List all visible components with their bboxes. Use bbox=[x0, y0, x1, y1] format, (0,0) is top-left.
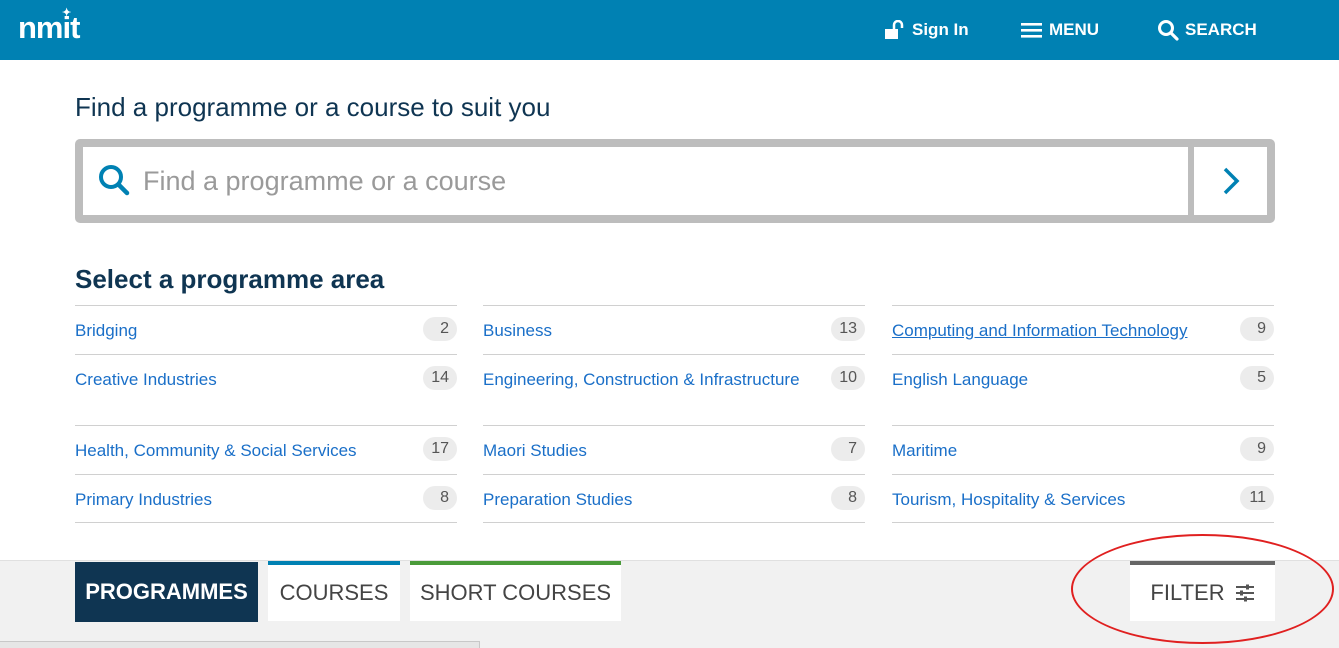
search-button[interactable]: SEARCH bbox=[1157, 0, 1257, 60]
programme-area-link[interactable]: Bridging bbox=[75, 321, 137, 340]
programme-area-item-english-language: English Language 5 bbox=[892, 354, 1274, 425]
programme-area-item-preparation-studies: Preparation Studies 8 bbox=[483, 474, 865, 523]
programme-area-link[interactable]: Engineering, Construction & Infrastructu… bbox=[483, 370, 800, 389]
menu-label: MENU bbox=[1049, 20, 1100, 39]
logo-text: nmit bbox=[18, 10, 80, 45]
programme-area-link[interactable]: Business bbox=[483, 321, 552, 340]
count-badge: 14 bbox=[423, 366, 457, 390]
sign-in-label: Sign In bbox=[912, 20, 969, 39]
programme-area-item-engineering: Engineering, Construction & Infrastructu… bbox=[483, 354, 865, 425]
count-badge: 5 bbox=[1240, 366, 1274, 390]
count-badge: 8 bbox=[423, 486, 457, 510]
programme-area-title: Select a programme area bbox=[75, 264, 385, 294]
count-badge: 8 bbox=[831, 486, 865, 510]
programme-area-link[interactable]: Creative Industries bbox=[75, 370, 217, 389]
count-badge: 2 bbox=[423, 317, 457, 341]
count-badge: 9 bbox=[1240, 437, 1274, 461]
programme-area-link[interactable]: English Language bbox=[892, 370, 1028, 389]
count-badge: 7 bbox=[831, 437, 865, 461]
search-icon bbox=[1158, 20, 1179, 41]
programme-area-column: Bridging 2 Creative Industries 14 Health… bbox=[75, 305, 457, 523]
programme-area-item-bridging: Bridging 2 bbox=[75, 305, 457, 354]
count-badge: 10 bbox=[831, 366, 865, 390]
hamburger-icon bbox=[1021, 23, 1042, 38]
logo-spark-icon: ✦ bbox=[62, 7, 71, 19]
search-label: SEARCH bbox=[1185, 20, 1257, 39]
programme-area-link[interactable]: Primary Industries bbox=[75, 490, 212, 509]
count-badge: 17 bbox=[423, 437, 457, 461]
browser-status-bar bbox=[0, 641, 480, 648]
tab-short-courses[interactable]: SHORT COURSES bbox=[410, 561, 621, 621]
programme-area-link[interactable]: Preparation Studies bbox=[483, 490, 632, 509]
chevron-right-icon bbox=[1223, 167, 1239, 195]
search-icon bbox=[99, 165, 130, 196]
programme-search-input[interactable] bbox=[143, 147, 1173, 215]
programme-area-item-creative-industries: Creative Industries 14 bbox=[75, 354, 457, 425]
filter-label: FILTER bbox=[1150, 580, 1225, 605]
unlock-icon bbox=[885, 20, 904, 39]
nmit-logo[interactable]: nmit ✦ bbox=[18, 7, 80, 46]
programme-area-link[interactable]: Maori Studies bbox=[483, 441, 587, 460]
programme-area-item-maori-studies: Maori Studies 7 bbox=[483, 425, 865, 474]
programme-area-item-computing: Computing and Information Technology 9 bbox=[892, 305, 1274, 354]
sign-in-link[interactable]: Sign In bbox=[884, 0, 969, 60]
page-title: Find a programme or a course to suit you bbox=[75, 92, 551, 122]
programme-area-item-tourism: Tourism, Hospitality & Services 11 bbox=[892, 474, 1274, 523]
programme-area-link[interactable]: Computing and Information Technology bbox=[892, 321, 1187, 340]
programme-area-item-maritime: Maritime 9 bbox=[892, 425, 1274, 474]
top-navigation-bar: nmit ✦ Sign In MENU SEARCH bbox=[0, 0, 1339, 60]
tab-courses[interactable]: COURSES bbox=[268, 561, 400, 621]
programme-area-link[interactable]: Tourism, Hospitality & Services bbox=[892, 490, 1125, 509]
result-type-tab-bar: PROGRAMMES COURSES SHORT COURSES FILTER bbox=[0, 560, 1339, 648]
programme-area-column: Business 13 Engineering, Construction & … bbox=[483, 305, 865, 523]
tab-programmes[interactable]: PROGRAMMES bbox=[75, 562, 258, 622]
sliders-icon bbox=[1235, 584, 1254, 602]
count-badge: 11 bbox=[1240, 486, 1274, 510]
programme-area-link[interactable]: Health, Community & Social Services bbox=[75, 441, 357, 460]
programme-area-item-health: Health, Community & Social Services 17 bbox=[75, 425, 457, 474]
filter-button[interactable]: FILTER bbox=[1130, 561, 1275, 621]
programme-area-item-primary-industries: Primary Industries 8 bbox=[75, 474, 457, 523]
search-field-container bbox=[83, 147, 1188, 215]
search-submit-button[interactable] bbox=[1194, 147, 1267, 215]
programme-area-column: Computing and Information Technology 9 E… bbox=[892, 305, 1274, 523]
programme-search-box bbox=[75, 139, 1275, 223]
menu-button[interactable]: MENU bbox=[1021, 0, 1099, 60]
programme-area-item-business: Business 13 bbox=[483, 305, 865, 354]
count-badge: 9 bbox=[1240, 317, 1274, 341]
programme-area-link[interactable]: Maritime bbox=[892, 441, 957, 460]
count-badge: 13 bbox=[831, 317, 865, 341]
